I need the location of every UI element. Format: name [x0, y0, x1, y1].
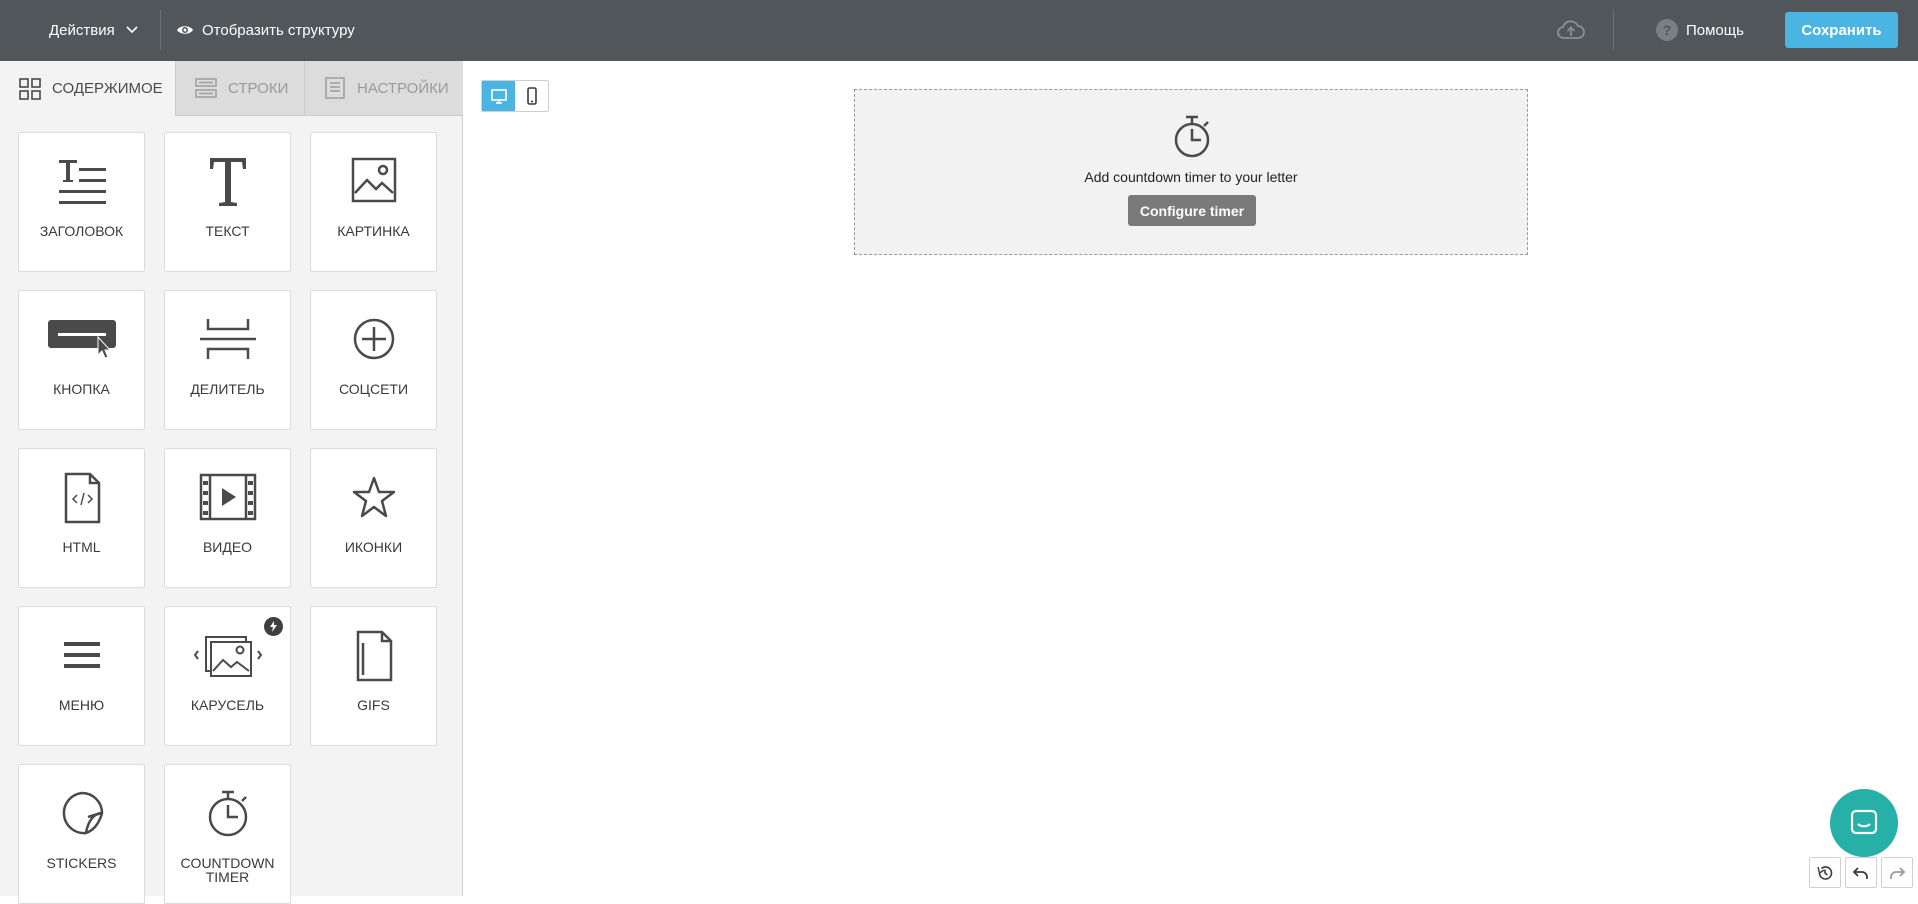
desktop-icon [490, 89, 507, 104]
block-label: КАРУСЕЛЬ [190, 697, 265, 713]
timer-icon [208, 790, 247, 837]
grid-icon [19, 77, 41, 100]
block-countdown-timer[interactable]: COUNTDOWN TIMER [164, 764, 291, 904]
block-carousel[interactable]: КАРУСЕЛЬ [164, 606, 291, 746]
tab-content-label: СОДЕРЖИМОЕ [52, 80, 163, 97]
block-label: HTML [62, 539, 101, 555]
rows-icon [195, 78, 217, 98]
configure-timer-button[interactable]: Configure timer [1128, 195, 1256, 226]
block-label: КАРТИНКА [337, 223, 410, 239]
block-text[interactable]: ТЕКСТ [164, 132, 291, 272]
undo-icon [1852, 866, 1868, 879]
eye-icon [177, 26, 193, 34]
block-image[interactable]: КАРТИНКА [310, 132, 437, 272]
history-controls [1809, 857, 1913, 888]
countdown-timer-placeholder[interactable]: Add countdown timer to your letter Confi… [854, 89, 1528, 255]
gifs-icon [356, 630, 392, 682]
show-structure-label: Отобразить структуру [202, 21, 355, 39]
block-social[interactable]: СОЦСЕТИ [310, 290, 437, 430]
sticker-icon [62, 791, 103, 835]
redo-icon [1890, 866, 1906, 879]
actions-label: Действия [49, 21, 115, 39]
history-button[interactable] [1809, 857, 1841, 888]
block-icons[interactable]: ИКОНКИ [310, 448, 437, 588]
block-label: КНОПКА [53, 381, 110, 397]
carousel-icon [193, 636, 262, 677]
top-bar: Действия Отобразить структуру ? Помощь С… [0, 0, 1918, 61]
topbar-divider [1613, 10, 1614, 50]
html-icon [64, 472, 100, 524]
desktop-view-button[interactable] [482, 81, 515, 111]
undo-button[interactable] [1845, 857, 1877, 888]
block-label: ДЕЛИТЕЛЬ [190, 381, 265, 397]
chat-icon [1850, 809, 1878, 835]
block-label: МЕНЮ [58, 697, 105, 713]
panel-tabs: СОДЕРЖИМОЕ СТРОКИ НАСТРОЙКИ [0, 61, 463, 116]
block-menu[interactable]: МЕНЮ [18, 606, 145, 746]
chevron-down-icon [126, 26, 138, 34]
image-icon [351, 157, 396, 203]
tab-rows-label: СТРОКИ [228, 79, 289, 97]
block-label: ТЕКСТ [205, 223, 250, 239]
mobile-icon [526, 87, 537, 105]
block-gifs[interactable]: GIFS [310, 606, 437, 746]
save-button[interactable]: Сохранить [1785, 12, 1898, 48]
view-toggle [481, 80, 549, 112]
star-icon [352, 476, 395, 518]
menu-icon [63, 642, 100, 668]
tab-rows[interactable]: СТРОКИ [175, 61, 304, 116]
block-label: ИКОНКИ [344, 539, 403, 555]
topbar-divider [160, 10, 161, 50]
block-stickers[interactable]: STICKERS [18, 764, 145, 904]
text-icon [209, 158, 246, 206]
block-button[interactable]: КНОПКА [18, 290, 145, 430]
question-icon: ? [1656, 19, 1678, 41]
left-panel: СОДЕРЖИМОЕ СТРОКИ НАСТРОЙКИ ЗАГОЛОВОК ТЕ… [0, 61, 463, 904]
block-label: СОЦСЕТИ [338, 381, 409, 397]
block-video[interactable]: ВИДЕО [164, 448, 291, 588]
button-icon [47, 320, 116, 359]
redo-button[interactable] [1881, 857, 1913, 888]
block-label: GIFS [357, 697, 390, 713]
timer-icon [1174, 115, 1210, 158]
settings-doc-icon [325, 77, 345, 99]
timer-prompt-text: Add countdown timer to your letter [1084, 169, 1298, 185]
show-structure-toggle[interactable]: Отобразить структуру [176, 18, 355, 42]
tab-settings[interactable]: НАСТРОЙКИ [304, 61, 463, 116]
chat-launcher-button[interactable] [1830, 789, 1898, 857]
block-heading[interactable]: ЗАГОЛОВОК [18, 132, 145, 272]
help-button[interactable]: ? Помощь [1656, 18, 1744, 42]
social-icon [353, 318, 394, 360]
block-label: COUNTDOWN TIMER [180, 855, 275, 885]
block-label: ЗАГОЛОВОК [39, 223, 124, 239]
actions-dropdown[interactable]: Действия [49, 18, 139, 42]
block-html[interactable]: HTML [18, 448, 145, 588]
cloud-upload-icon[interactable] [1556, 17, 1586, 43]
block-label: ВИДЕО [202, 539, 253, 555]
mobile-view-button[interactable] [515, 81, 548, 111]
divider-icon [199, 319, 256, 359]
tab-settings-label: НАСТРОЙКИ [357, 79, 449, 97]
block-divider[interactable]: ДЕЛИТЕЛЬ [164, 290, 291, 430]
heading-icon [58, 160, 106, 204]
block-label: STICKERS [46, 855, 117, 871]
tab-content[interactable]: СОДЕРЖИМОЕ [0, 61, 175, 116]
help-label: Помощь [1686, 21, 1744, 39]
video-icon [199, 473, 256, 521]
history-icon [1817, 865, 1833, 880]
